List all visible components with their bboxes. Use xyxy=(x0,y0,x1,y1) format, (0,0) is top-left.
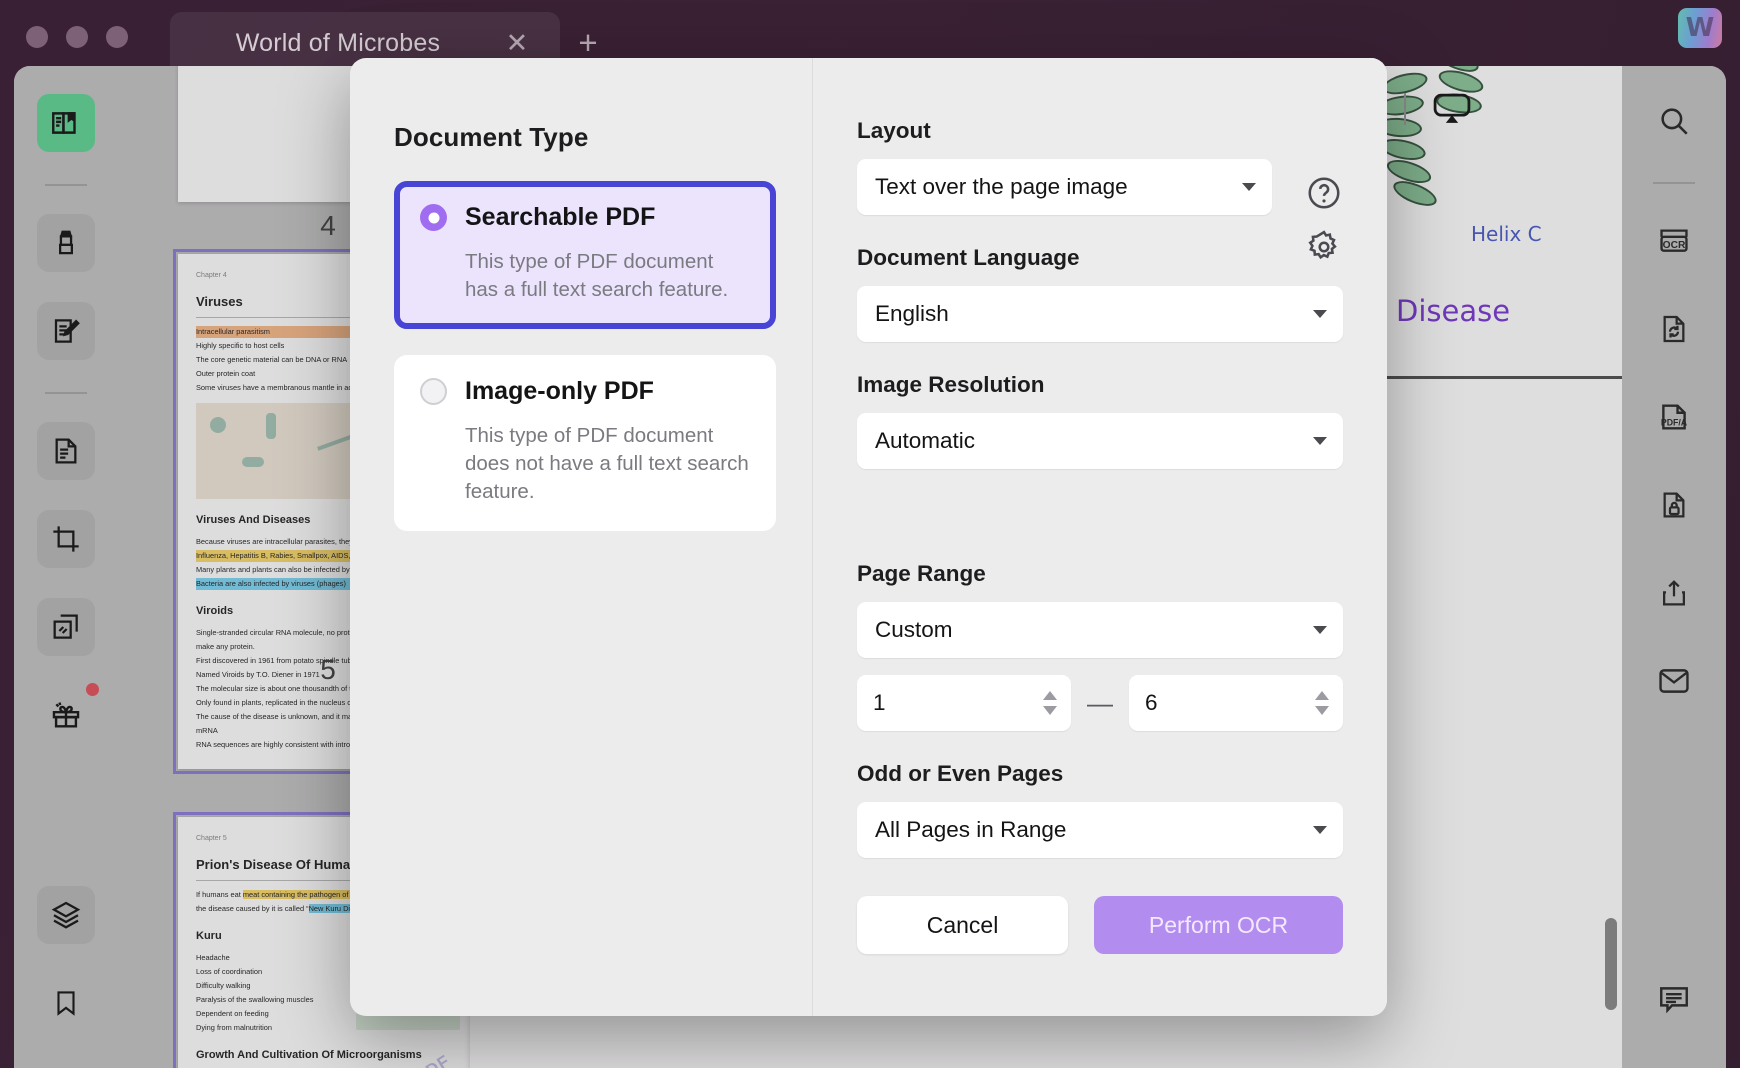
page-range-value: Custom xyxy=(875,617,953,643)
chevron-down-icon[interactable] xyxy=(1043,706,1057,715)
odd-or-even-field: Odd or Even Pages All Pages in Range xyxy=(857,761,1343,858)
radio-searchable-pdf[interactable] xyxy=(420,204,447,231)
app-window: World of Microbes ✕ + W xyxy=(0,0,1740,1068)
chevron-up-icon[interactable] xyxy=(1043,691,1057,700)
layout-field: Layout Text over the page image xyxy=(857,118,1343,215)
option-image-only-pdf[interactable]: Image-only PDF This type of PDF document… xyxy=(394,355,776,531)
range-separator: — xyxy=(1085,688,1115,719)
section-title: Document Type xyxy=(394,122,812,153)
image-resolution-select[interactable]: Automatic xyxy=(857,413,1343,469)
gear-icon[interactable] xyxy=(1305,228,1343,266)
chevron-down-icon xyxy=(1313,310,1327,318)
option-label: Image-only PDF xyxy=(465,377,654,406)
document-type-panel: Document Type Searchable PDF This type o… xyxy=(350,58,812,1016)
radio-image-only-pdf[interactable] xyxy=(420,378,447,405)
option-header: Searchable PDF xyxy=(420,203,750,232)
page-range-select[interactable]: Custom xyxy=(857,602,1343,658)
image-resolution-label: Image Resolution xyxy=(857,372,1343,398)
option-label: Searchable PDF xyxy=(465,203,655,232)
chevron-down-icon xyxy=(1242,183,1256,191)
document-language-field: Document Language English xyxy=(857,245,1343,342)
layout-label: Layout xyxy=(857,118,1343,144)
document-language-label: Document Language xyxy=(857,245,1343,271)
page-range-field: Page Range Custom 1 — 6 xyxy=(857,561,1343,731)
dialog-actions: Cancel Perform OCR xyxy=(857,896,1343,954)
option-description: This type of PDF document does not have … xyxy=(465,422,750,505)
stepper-arrows[interactable] xyxy=(1315,691,1329,715)
page-range-label: Page Range xyxy=(857,561,1343,587)
document-language-value: English xyxy=(875,301,949,327)
page-range-from-input[interactable]: 1 xyxy=(857,675,1071,731)
option-searchable-pdf[interactable]: Searchable PDF This type of PDF document… xyxy=(394,181,776,329)
chevron-up-icon[interactable] xyxy=(1315,691,1329,700)
chevron-down-icon[interactable] xyxy=(1315,706,1329,715)
chevron-down-icon xyxy=(1313,826,1327,834)
document-language-select[interactable]: English xyxy=(857,286,1343,342)
cancel-button[interactable]: Cancel xyxy=(857,896,1068,954)
page-range-inputs: 1 — 6 xyxy=(857,675,1343,731)
ocr-settings-dialog: Document Type Searchable PDF This type o… xyxy=(350,58,1387,1016)
help-circle-icon[interactable] xyxy=(1305,174,1343,212)
page-range-to-input[interactable]: 6 xyxy=(1129,675,1343,731)
image-resolution-value: Automatic xyxy=(875,428,975,454)
page-range-to-value: 6 xyxy=(1145,690,1158,716)
perform-ocr-button[interactable]: Perform OCR xyxy=(1094,896,1343,954)
layout-value: Text over the page image xyxy=(875,174,1128,200)
layout-select[interactable]: Text over the page image xyxy=(857,159,1272,215)
odd-or-even-label: Odd or Even Pages xyxy=(857,761,1343,787)
odd-or-even-select[interactable]: All Pages in Range xyxy=(857,802,1343,858)
page-range-from-value: 1 xyxy=(873,690,886,716)
option-header: Image-only PDF xyxy=(420,377,750,406)
option-description: This type of PDF document has a full tex… xyxy=(465,248,750,303)
ocr-settings-panel: Layout Text over the page image Document… xyxy=(812,58,1387,1016)
odd-or-even-value: All Pages in Range xyxy=(875,817,1066,843)
chevron-down-icon xyxy=(1313,626,1327,634)
image-resolution-field: Image Resolution Automatic xyxy=(857,372,1343,469)
chevron-down-icon xyxy=(1313,437,1327,445)
stepper-arrows[interactable] xyxy=(1043,691,1057,715)
